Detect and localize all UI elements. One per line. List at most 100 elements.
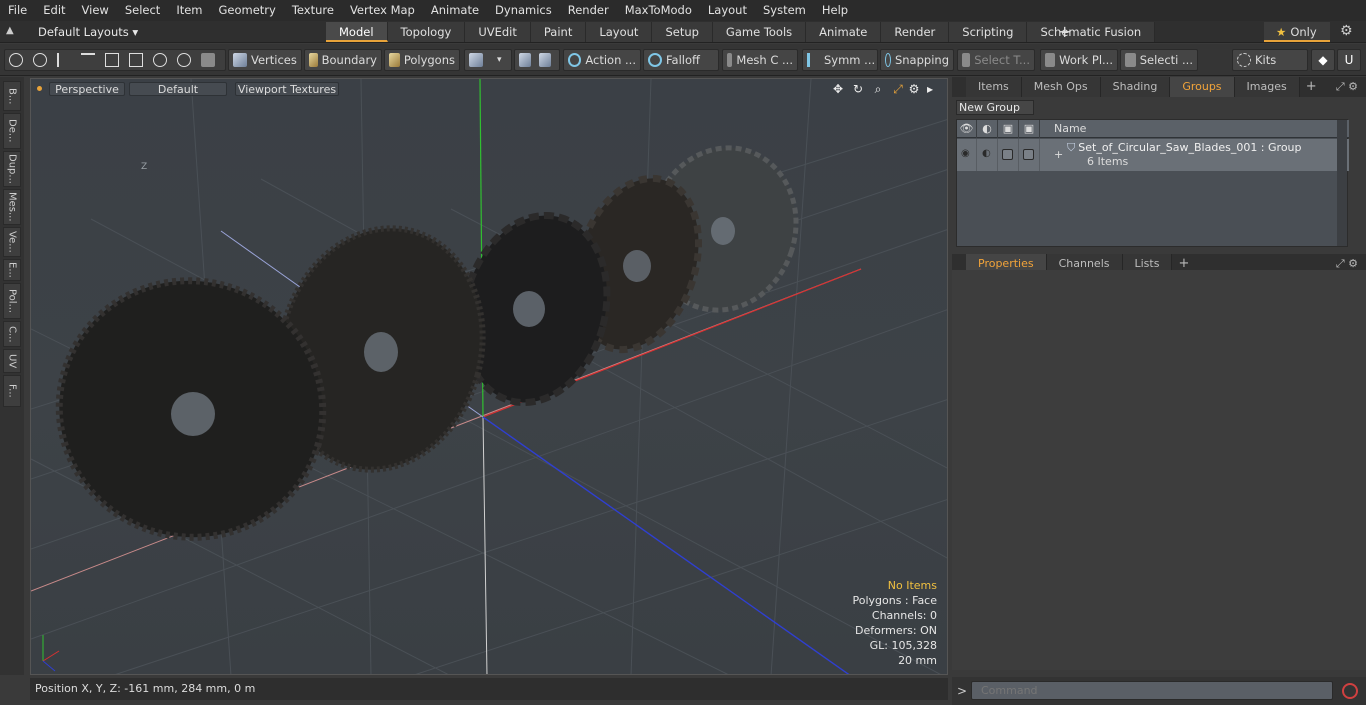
tab-setup[interactable]: Setup [652, 22, 713, 42]
tab-animate[interactable]: Animate [806, 22, 882, 42]
lock-toggle[interactable] [998, 139, 1019, 171]
tab-paint[interactable]: Paint [530, 22, 587, 42]
viewport-textures-button[interactable]: Viewport Textures [235, 82, 339, 96]
menu-layout[interactable]: Layout [700, 0, 755, 21]
shading-mode-button[interactable]: Default [129, 82, 227, 96]
tab-render[interactable]: Render [881, 22, 950, 42]
tab-uvedit[interactable]: UVEdit [465, 22, 531, 42]
left-tab-uv[interactable]: UV [3, 349, 21, 373]
falloff-button[interactable]: Falloff [643, 49, 719, 71]
layouts-dropdown[interactable]: Default Layouts ▾ [38, 21, 138, 43]
action-button[interactable]: Action ... [563, 49, 641, 71]
left-tab-edge[interactable]: E... [3, 259, 21, 281]
tab-model[interactable]: Model [326, 22, 388, 42]
select-through-button[interactable]: Select T... [957, 49, 1035, 71]
menu-view[interactable]: View [74, 0, 117, 21]
unity-button[interactable]: ◆ [1311, 49, 1335, 71]
pivot-mode-icon[interactable] [539, 53, 551, 67]
panel-expand-icon[interactable]: ⤢ ⚙ [1336, 80, 1358, 94]
menu-texture[interactable]: Texture [284, 0, 342, 21]
left-tab-polygon[interactable]: Pol... [3, 283, 21, 319]
add-panel-tab-button[interactable]: + [1300, 77, 1323, 97]
lock-column-icon[interactable]: ▣ [998, 120, 1019, 138]
3d-viewport[interactable]: Z Perspective Default Viewport Textures … [30, 78, 948, 675]
menu-render[interactable]: Render [560, 0, 617, 21]
viewport-settings-icon[interactable]: ⚙ [907, 82, 921, 96]
menu-animate[interactable]: Animate [423, 0, 487, 21]
tab-topology[interactable]: Topology [387, 22, 466, 42]
table-row[interactable]: ◉ ◐ + ⛉ Set_of_Circular_Saw_Blades_001 : … [957, 139, 1349, 171]
menu-item[interactable]: Item [168, 0, 210, 21]
maximize-view-icon[interactable]: ⤢ [891, 82, 905, 96]
select-toggle[interactable] [1019, 139, 1040, 171]
align-icon[interactable] [105, 53, 119, 67]
zoom-view-icon[interactable]: ⌕ [871, 82, 885, 96]
groups-scrollbar[interactable] [1337, 120, 1347, 246]
tab-shading[interactable]: Shading [1100, 77, 1171, 97]
menu-edit[interactable]: Edit [35, 0, 73, 21]
symmetry-button[interactable]: Symm ... [802, 49, 878, 71]
panel-menu-dot[interactable] [952, 77, 966, 97]
select-checkbox[interactable] [1023, 149, 1034, 160]
viewport-arrow-icon[interactable]: ▸ [923, 82, 937, 96]
boundary-button[interactable]: Boundary [304, 49, 382, 71]
render-toggle[interactable]: ◐ [977, 139, 998, 171]
menu-vertex-map[interactable]: Vertex Map [342, 0, 423, 21]
panel-expand-icon-2[interactable]: ⤢ ⚙ [1336, 257, 1358, 271]
menu-geometry[interactable]: Geometry [211, 0, 284, 21]
menu-select[interactable]: Select [117, 0, 168, 21]
vertices-button[interactable]: Vertices [228, 49, 302, 71]
visibility-column-icon[interactable]: 👁 [957, 120, 977, 138]
selection-sets-button[interactable]: Selecti ... [1120, 49, 1198, 71]
pointer-icon[interactable] [81, 53, 95, 67]
tab-groups[interactable]: Groups [1170, 77, 1235, 97]
home-icon[interactable]: ▲ [6, 25, 20, 39]
crosshair-icon[interactable] [129, 53, 143, 67]
left-tab-fusion[interactable]: F... [3, 375, 21, 407]
tab-mesh-ops[interactable]: Mesh Ops [1021, 77, 1101, 97]
circle-select-icon[interactable] [9, 53, 23, 67]
visibility-toggle[interactable]: ◉ [957, 139, 977, 171]
left-tab-mesh-edit[interactable]: Mes... [3, 189, 21, 225]
viewport-scene[interactable]: Z [31, 79, 948, 675]
name-column-header[interactable]: Name [1040, 120, 1340, 138]
lasso-icon[interactable] [153, 53, 167, 67]
move-view-icon[interactable]: ✥ [831, 82, 845, 96]
left-tab-vertex[interactable]: Ve... [3, 227, 21, 257]
left-tab-curve[interactable]: C... [3, 321, 21, 347]
paint-select-icon[interactable] [177, 53, 191, 67]
kits-button[interactable]: Kits [1232, 49, 1308, 71]
menu-file[interactable]: File [0, 0, 35, 21]
menu-system[interactable]: System [755, 0, 814, 21]
tab-images[interactable]: Images [1234, 77, 1300, 97]
view-type-button[interactable]: Perspective [49, 82, 125, 96]
tab-layout[interactable]: Layout [586, 22, 653, 42]
work-plane-button[interactable]: Work Pl... [1040, 49, 1118, 71]
item-mode-icon[interactable] [201, 53, 215, 67]
menu-help[interactable]: Help [814, 0, 856, 21]
left-tab-basic[interactable]: B... [3, 81, 21, 111]
mesh-constraint-button[interactable]: Mesh C ... [722, 49, 798, 71]
unreal-button[interactable]: U [1337, 49, 1361, 71]
render-column-icon[interactable]: ◐ [977, 120, 998, 138]
rotate-view-icon[interactable]: ↻ [851, 82, 865, 96]
snapping-button[interactable]: Snapping [880, 49, 954, 71]
viewport-menu-dot[interactable] [37, 86, 42, 91]
command-input[interactable] [971, 681, 1333, 700]
menu-maxtomodo[interactable]: MaxToModo [617, 0, 700, 21]
material-mode-button[interactable]: ▾ [464, 49, 512, 71]
new-group-button[interactable]: New Group [956, 100, 1034, 115]
expand-icon[interactable]: + [1054, 148, 1063, 161]
gear-icon[interactable]: ⚙ [1340, 23, 1353, 39]
select-column-icon[interactable]: ▣ [1019, 120, 1040, 138]
tab-game-tools[interactable]: Game Tools [712, 22, 807, 42]
snap-mode-icon[interactable] [519, 53, 531, 67]
only-toggle[interactable]: ★ Only [1264, 22, 1330, 42]
tab-scripting[interactable]: Scripting [949, 22, 1028, 42]
left-tab-duplicate[interactable]: Dup... [3, 151, 21, 187]
tab-schematic-fusion[interactable]: Schematic Fusion [1027, 22, 1156, 42]
globe-icon[interactable] [33, 53, 47, 67]
polygons-button[interactable]: Polygons [384, 49, 460, 71]
dropdown-arrow-icon[interactable]: ▾ [497, 55, 502, 65]
record-macro-icon[interactable] [1342, 683, 1358, 699]
